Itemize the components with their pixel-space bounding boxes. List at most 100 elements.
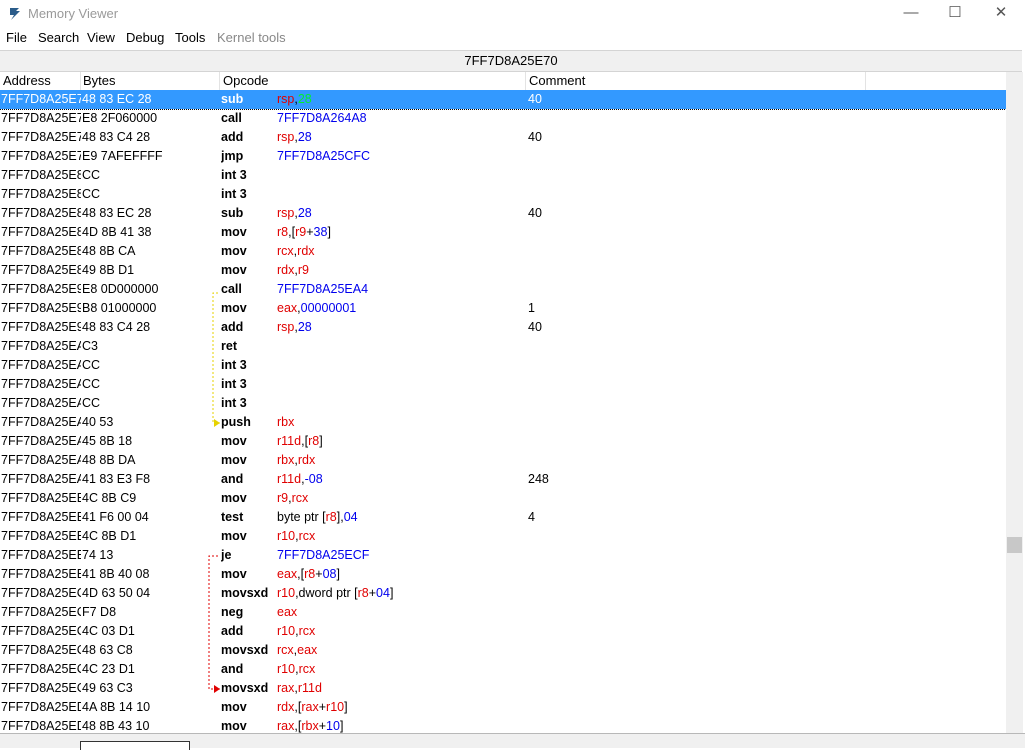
- operand-value: 10: [326, 719, 340, 733]
- row-operands: rax,r11d: [277, 679, 522, 698]
- menu-kernel-tools[interactable]: Kernel tools: [217, 30, 286, 45]
- operand-register: rdx: [277, 263, 295, 277]
- row-operands: eax: [277, 603, 522, 622]
- window-title: Memory Viewer: [28, 6, 119, 21]
- row-operands: 7FF7D8A25CFC: [277, 147, 522, 166]
- menu-file[interactable]: File: [6, 30, 27, 45]
- row-operands: r11d,-08: [277, 470, 522, 489]
- column-address[interactable]: Address: [0, 72, 81, 90]
- row-operands: rcx,rdx: [277, 242, 522, 261]
- operand-text: ]: [336, 567, 340, 581]
- scrollbar-thumb[interactable]: [1007, 537, 1022, 553]
- current-address: 7FF7D8A25E70: [464, 53, 558, 68]
- operand-register: eax: [277, 301, 298, 315]
- operand-register: rbx: [277, 415, 295, 429]
- menu-debug[interactable]: Debug: [126, 30, 164, 45]
- menu-view[interactable]: View: [87, 30, 115, 45]
- operand-register: r10: [326, 700, 345, 714]
- row-operands: rsp,28: [277, 128, 522, 147]
- operand-text: ]: [389, 586, 394, 600]
- operand-value: 7FF7D8A264A8: [277, 111, 367, 125]
- operand-value: 38: [313, 225, 328, 239]
- row-comment: 40: [528, 320, 542, 334]
- row-operands: 7FF7D8A25ECF: [277, 546, 522, 565]
- operand-register: rbx: [277, 453, 295, 467]
- operand-register: rcx: [298, 529, 316, 543]
- operand-value: 04: [343, 510, 358, 524]
- operand-register: eax: [297, 643, 318, 657]
- operand-register: r8: [325, 510, 337, 524]
- status-bar: [0, 733, 1025, 750]
- je-jump-arrow: [208, 555, 220, 690]
- operand-value: 04: [376, 586, 390, 600]
- operand-register: r10: [277, 624, 296, 638]
- operand-register: r10: [277, 529, 296, 543]
- operand-text: +: [368, 586, 377, 600]
- operand-value: 28: [297, 92, 312, 106]
- row-comment: 40: [528, 206, 542, 220]
- operand-value: 7FF7D8A25CFC: [277, 149, 371, 163]
- row-operands: rdx,r9: [277, 261, 522, 280]
- operand-register: rdx: [277, 700, 295, 714]
- title-bar: Memory Viewer — ☐ ✕: [0, 0, 1025, 28]
- row-operands: r11d,[r8]: [277, 432, 522, 451]
- operand-value: 7FF7D8A25EA4: [277, 282, 369, 296]
- operand-register: rax: [301, 700, 319, 714]
- row-operands: r8,[r9+38]: [277, 223, 522, 242]
- column-opcode[interactable]: Opcode: [220, 72, 526, 90]
- operand-value: 7FF7D8A25ECF: [277, 548, 370, 562]
- row-comment: 1: [528, 301, 535, 315]
- operand-register: r8: [277, 225, 289, 239]
- call-jump-arrow: [212, 292, 220, 424]
- operand-text: ]: [319, 434, 323, 448]
- operand-register: r8: [357, 586, 369, 600]
- row-operands: r9,rcx: [277, 489, 522, 508]
- row-operands: rbx,rdx: [277, 451, 522, 470]
- row-comment: 248: [528, 472, 549, 486]
- column-comment[interactable]: Comment: [526, 72, 866, 90]
- operand-register: r8: [308, 434, 320, 448]
- menu-search[interactable]: Search: [38, 30, 79, 45]
- operand-register: rcx: [298, 624, 316, 638]
- row-operands: byte ptr [r8],04: [277, 508, 522, 527]
- operand-register: rcx: [298, 662, 316, 676]
- operand-value: 28: [297, 130, 312, 144]
- operand-value: 08: [322, 567, 337, 581]
- status-field: [80, 741, 190, 750]
- disassembly-list[interactable]: 7FF7D8A25E7 48 83 EC 28 sub rsp,28 40 7FF7D8A…: [0, 90, 1006, 733]
- operand-register: rcx: [291, 491, 309, 505]
- row-operands: r10,rcx: [277, 527, 522, 546]
- operand-register: rdx: [297, 453, 316, 467]
- operand-register: r9: [277, 491, 289, 505]
- row-operands: rsp,28: [277, 318, 522, 337]
- operand-register: eax: [277, 605, 298, 619]
- operand-text: byte ptr [: [277, 510, 326, 524]
- row-operands: rdx,[rax+r10]: [277, 698, 522, 717]
- maximize-button[interactable]: ☐: [932, 0, 978, 28]
- row-comment: 40: [528, 130, 542, 144]
- minimize-button[interactable]: —: [888, 0, 934, 28]
- operand-register: r11d: [297, 681, 322, 695]
- operand-text: +: [318, 719, 327, 733]
- row-operands: 7FF7D8A25EA4: [277, 280, 522, 299]
- operand-text: +: [306, 225, 314, 239]
- row-operands: rsp,28: [277, 204, 522, 223]
- operand-register: r11d: [277, 434, 302, 448]
- operand-value: 00000001: [300, 301, 357, 315]
- disassembly-header: Address Bytes Opcode Comment: [0, 72, 1006, 90]
- row-comment: 4: [528, 510, 535, 524]
- operand-value: 28: [297, 320, 312, 334]
- call-arrow-head-icon: [214, 419, 220, 427]
- row-operands: r10,rcx: [277, 622, 522, 641]
- operand-register: r11d: [277, 472, 302, 486]
- row-comment: 40: [528, 92, 542, 106]
- column-bytes[interactable]: Bytes: [80, 72, 220, 90]
- vertical-scrollbar[interactable]: [1006, 72, 1023, 733]
- address-bar[interactable]: 7FF7D8A25E70: [0, 50, 1022, 72]
- operand-register: rax: [277, 719, 295, 733]
- operand-register: rbx: [301, 719, 319, 733]
- close-button[interactable]: ✕: [978, 0, 1024, 28]
- menu-tools[interactable]: Tools: [175, 30, 205, 45]
- operand-register: r9: [295, 225, 307, 239]
- row-operands: rsp,28: [277, 90, 522, 109]
